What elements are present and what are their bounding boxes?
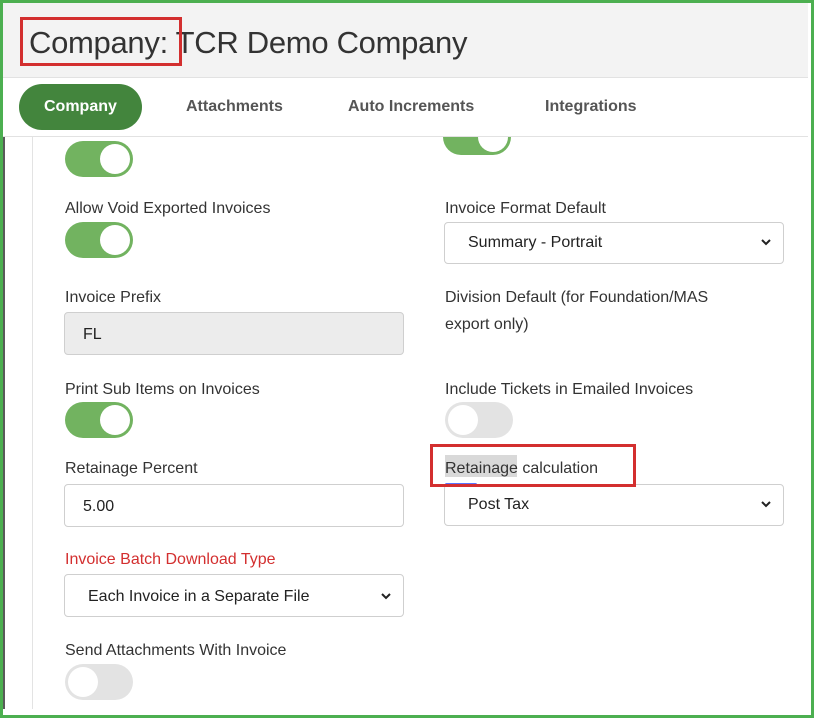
toggle-knob — [68, 667, 98, 697]
tab-company[interactable]: Company — [19, 84, 142, 130]
retainage-calc-highlight-box — [430, 444, 636, 487]
invoice-format-select[interactable]: Summary - Portrait — [444, 222, 784, 264]
include-tickets-label: Include Tickets in Emailed Invoices — [445, 381, 694, 398]
division-default-label-line2: export only) — [445, 316, 529, 333]
toggle-knob — [100, 225, 130, 255]
top-right-toggle-clip — [443, 137, 513, 155]
tab-auto-increments[interactable]: Auto Increments — [348, 84, 474, 130]
retainage-calc-select[interactable]: Post Tax — [444, 484, 784, 526]
title-highlight-box — [20, 17, 182, 66]
top-right-toggle[interactable] — [443, 137, 511, 155]
tab-attachments[interactable]: Attachments — [186, 84, 283, 130]
batch-download-select[interactable]: Each Invoice in a Separate File — [64, 574, 404, 617]
chevron-down-icon — [761, 239, 771, 246]
top-left-toggle-clip — [65, 137, 135, 177]
invoice-format-value: Summary - Portrait — [468, 234, 603, 251]
retainage-percent-label: Retainage Percent — [65, 460, 198, 477]
retainage-calc-value: Post Tax — [468, 496, 530, 513]
left-edge-bar — [3, 137, 5, 709]
invoice-prefix-label: Invoice Prefix — [65, 289, 162, 306]
division-default-label-line1: Division Default (for Foundation/MAS — [445, 289, 709, 306]
toggle-knob — [100, 144, 130, 174]
print-sub-items-label: Print Sub Items on Invoices — [65, 381, 260, 398]
invoice-format-label: Invoice Format Default — [445, 200, 606, 217]
form-divider — [32, 137, 33, 709]
toggle-knob — [100, 405, 130, 435]
chevron-down-icon — [761, 501, 771, 508]
tab-bar: Company Attachments Auto Increments Inte… — [3, 78, 808, 137]
tab-integrations[interactable]: Integrations — [545, 84, 637, 130]
retainage-percent-input[interactable]: 5.00 — [64, 484, 404, 527]
send-attachments-label: Send Attachments With Invoice — [65, 642, 287, 659]
send-attachments-toggle[interactable] — [65, 664, 133, 700]
print-sub-items-toggle[interactable] — [65, 402, 133, 438]
top-left-toggle[interactable] — [65, 141, 133, 177]
include-tickets-toggle[interactable] — [445, 402, 513, 438]
toggle-knob — [478, 137, 508, 152]
allow-void-label: Allow Void Exported Invoices — [65, 200, 271, 217]
chevron-down-icon — [381, 593, 391, 600]
batch-download-label: Invoice Batch Download Type — [65, 551, 276, 568]
invoice-prefix-input[interactable]: FL — [64, 312, 404, 355]
batch-download-value: Each Invoice in a Separate File — [88, 588, 310, 605]
allow-void-toggle[interactable] — [65, 222, 133, 258]
toggle-knob — [448, 405, 478, 435]
